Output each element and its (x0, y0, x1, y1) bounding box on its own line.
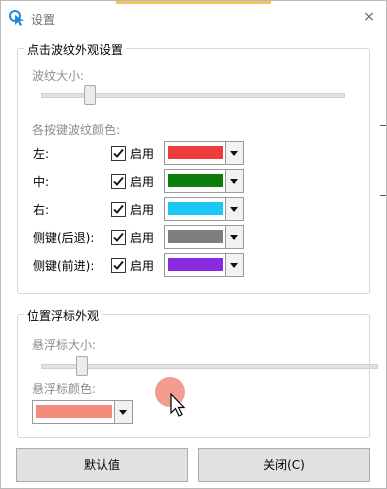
settings-window: 设置 × 点击波纹外观设置 波纹大小: 各按键波纹颜色: 左: 启用 中: 启用… (0, 0, 387, 489)
window-title: 设置 (31, 13, 56, 27)
hover-size-slider-thumb[interactable] (76, 356, 88, 376)
mouse-pointer-icon (170, 393, 186, 417)
ripple-row-right: 右: 启用 (33, 197, 253, 221)
hover-size-label: 悬浮标大小: (32, 338, 97, 352)
enable-checkbox[interactable] (111, 146, 126, 161)
color-swatch (168, 258, 223, 271)
enable-checkbox[interactable] (111, 174, 126, 189)
color-swatch (168, 230, 223, 243)
ripple-size-slider-thumb[interactable] (84, 85, 96, 105)
ripple-size-label: 波纹大小: (32, 69, 85, 83)
enable-label: 启用 (130, 175, 155, 189)
chevron-down-icon[interactable] (225, 198, 243, 220)
ripple-row-forward: 侧键(前进): 启用 (33, 253, 253, 277)
row-label: 左: (33, 147, 50, 161)
check-icon (113, 232, 124, 242)
enable-checkbox[interactable] (111, 230, 126, 245)
edge-tick (380, 195, 386, 196)
default-button[interactable]: 默认值 (16, 448, 188, 482)
chevron-down-icon[interactable] (225, 142, 243, 164)
ripple-row-back: 侧键(后退): 启用 (33, 225, 253, 249)
hover-size-slider[interactable] (41, 364, 378, 369)
chevron-down-icon[interactable] (225, 170, 243, 192)
color-dropdown[interactable] (164, 253, 244, 277)
color-swatch (168, 202, 223, 215)
check-icon (113, 260, 124, 270)
ripple-colors-label: 各按键波纹颜色: (32, 123, 121, 137)
hover-color-dropdown[interactable] (32, 400, 133, 424)
edge-tick (380, 125, 386, 126)
check-icon (113, 176, 124, 186)
row-label: 右: (33, 203, 50, 217)
row-label: 侧键(前进): (33, 259, 95, 273)
app-cursor-icon (9, 10, 25, 26)
enable-label: 启用 (130, 203, 155, 217)
chevron-down-icon[interactable] (114, 401, 132, 423)
enable-label: 启用 (130, 259, 155, 273)
close-button[interactable]: 关闭(C) (198, 448, 370, 482)
chevron-down-icon[interactable] (225, 226, 243, 248)
color-swatch (168, 174, 223, 187)
color-dropdown[interactable] (164, 141, 244, 165)
enable-checkbox[interactable] (111, 202, 126, 217)
color-dropdown[interactable] (164, 225, 244, 249)
color-dropdown[interactable] (164, 197, 244, 221)
enable-label: 启用 (130, 231, 155, 245)
hover-group-title: 位置浮标外观 (24, 307, 103, 324)
row-label: 侧键(后退): (33, 231, 95, 245)
row-label: 中: (33, 175, 50, 189)
color-swatch (36, 405, 112, 418)
hover-color-label: 悬浮标颜色: (32, 382, 97, 396)
ripple-row-middle: 中: 启用 (33, 169, 253, 193)
color-dropdown[interactable] (164, 169, 244, 193)
title-bar: 设置 × (1, 1, 386, 35)
chevron-down-icon[interactable] (225, 254, 243, 276)
enable-checkbox[interactable] (111, 258, 126, 273)
check-icon (113, 148, 124, 158)
color-swatch (168, 146, 223, 159)
check-icon (113, 204, 124, 214)
ripple-row-left: 左: 启用 (33, 141, 253, 165)
ripple-group-title: 点击波纹外观设置 (24, 41, 127, 58)
close-icon[interactable]: × (360, 8, 378, 26)
enable-label: 启用 (130, 147, 155, 161)
